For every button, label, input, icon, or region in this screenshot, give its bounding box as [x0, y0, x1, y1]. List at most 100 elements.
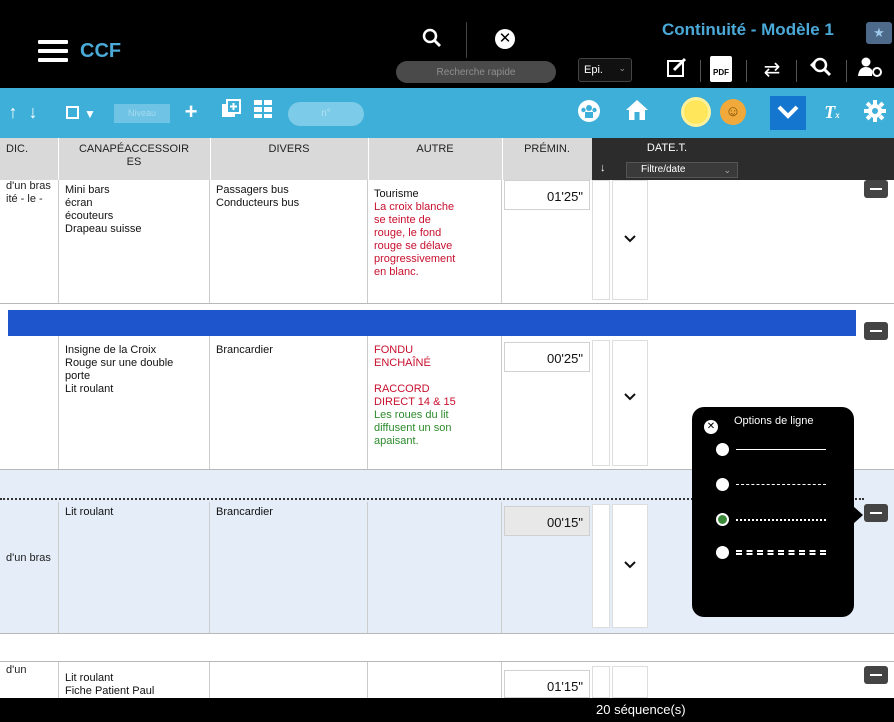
double-line-icon [736, 550, 826, 555]
cell-accessoires[interactable]: Mini bars écran écouteurs Drapeau suisse [58, 180, 210, 303]
cell-divers[interactable]: Brancardier [210, 502, 368, 633]
fragment-text: d'un [6, 180, 27, 192]
cell-text: rouge se délave [374, 240, 453, 252]
premin-field[interactable]: 01'15" [504, 670, 590, 698]
search-icon[interactable] [422, 28, 446, 52]
cell-text: Lit roulant [65, 383, 114, 395]
cell-text: Passagers bus [216, 184, 289, 196]
arrow-down-icon[interactable]: ↓ [24, 99, 42, 125]
number-field[interactable]: n° [288, 102, 364, 126]
cell-text: rouge, le fond [374, 227, 442, 239]
row-left-fragment: d'un [0, 662, 56, 698]
col-header-canapeaccessoires[interactable]: CANAPÉACCESSOIR ES [58, 138, 210, 180]
col-header-divers[interactable]: DIVERS [210, 138, 368, 180]
popup-pointer [853, 506, 863, 524]
table-row-empty [0, 634, 894, 662]
col-header-dic[interactable]: DIC. [0, 138, 58, 180]
chevron-down-icon[interactable] [622, 558, 638, 574]
line-option-dashed[interactable] [716, 478, 830, 492]
pdf-icon[interactable]: PDF [710, 56, 734, 84]
selected-row-bar[interactable] [8, 310, 856, 336]
checkbox-icon[interactable] [66, 106, 79, 119]
col-header-date-label[interactable]: DATE.T. [592, 142, 742, 154]
cell-autre[interactable] [368, 662, 502, 698]
fragment-text: ité - [6, 193, 25, 205]
gear-icon[interactable] [862, 99, 888, 125]
premin-field[interactable]: 01'25" [504, 180, 590, 210]
radio-button[interactable] [716, 478, 729, 491]
table-row[interactable]: d'un bras ité - le - Mini bars écran éco… [0, 180, 894, 304]
cell-accessoires[interactable]: Lit roulant Fiche Patient Paul [58, 662, 210, 698]
smiley-icon[interactable]: ☺ [720, 99, 746, 125]
plus-icon[interactable]: + [180, 99, 202, 125]
edit-icon[interactable] [664, 56, 690, 84]
chevron-down-icon[interactable] [622, 232, 638, 248]
radio-button[interactable] [716, 443, 729, 456]
line-option-dotted[interactable] [716, 513, 830, 527]
close-circle-icon[interactable]: ✕ [495, 29, 515, 49]
cell-accessoires[interactable]: Lit roulant [58, 502, 210, 633]
cell-divers[interactable] [210, 662, 368, 698]
cell-accessoires[interactable]: Insigne de la Croix Rouge sur une double… [58, 336, 210, 469]
col-header-autre[interactable]: AUTRE [368, 138, 502, 180]
chevron-down-icon[interactable] [622, 390, 638, 406]
group-icon[interactable] [576, 99, 602, 125]
date-cell[interactable] [592, 504, 610, 628]
cell-text: Les roues du lit [374, 409, 449, 421]
dotted-line-icon [736, 519, 826, 521]
cell-autre[interactable] [368, 502, 502, 633]
quick-search-input[interactable] [396, 61, 556, 83]
collapse-row-button[interactable] [864, 504, 888, 522]
cell-text: Lit roulant [65, 672, 114, 684]
line-option-solid[interactable] [716, 443, 830, 457]
cell-autre[interactable]: FONDU ENCHAÎNÉ RACCORD DIRECT 14 & 15 Le… [368, 336, 502, 469]
close-circle-icon[interactable]: ✕ [704, 420, 718, 434]
copy-icon[interactable] [220, 99, 242, 125]
niveau-field[interactable]: Niveau [114, 104, 170, 123]
date-cell[interactable] [592, 340, 610, 466]
user-settings-icon[interactable] [854, 56, 886, 84]
collapse-row-button[interactable] [864, 666, 888, 684]
date-filter-value: Filtre/date [641, 164, 686, 175]
search-refresh-icon[interactable] [804, 56, 836, 84]
radio-button[interactable] [716, 546, 729, 559]
table-row[interactable]: d'un Lit roulant Fiche Patient Paul 01'1… [0, 662, 894, 698]
cell-divers[interactable]: Passagers bus Conducteurs bus [210, 180, 368, 303]
col-header-premin[interactable]: PRÉMIN. [502, 138, 592, 180]
date-cell[interactable] [592, 666, 610, 698]
premin-field[interactable]: 00'15" [504, 506, 590, 536]
chevron-down-icon: ⌄ [618, 63, 626, 73]
sun-icon[interactable] [684, 100, 708, 124]
grid-icon[interactable] [252, 99, 274, 125]
fragment-text: d'un [6, 552, 27, 564]
checkbox-dropdown-icon[interactable]: ▼ [84, 107, 96, 121]
divider [700, 60, 701, 82]
star-icon[interactable]: ★ [866, 22, 892, 44]
cell-text: Tourisme [374, 188, 419, 200]
cell-text: Insigne de la Croix [65, 344, 157, 356]
sort-down-icon[interactable]: ↓ [600, 162, 606, 174]
chevron-down-icon[interactable] [770, 96, 806, 130]
swap-icon[interactable]: ⇄ [756, 56, 788, 84]
line-option-double[interactable] [716, 546, 830, 560]
popup-title: Options de ligne [734, 415, 814, 427]
cell-autre[interactable]: Tourisme La croix blanche se teinte de r… [368, 180, 502, 303]
home-icon[interactable] [624, 99, 650, 125]
date-filter-select[interactable]: Filtre/date ⌄ [626, 162, 738, 178]
date-cell[interactable] [612, 666, 648, 698]
collapse-row-button[interactable] [864, 180, 888, 198]
cell-text: Fiche Patient Paul [65, 685, 155, 697]
col-header-canape-line1: CANAPÉACCESSOIR [78, 143, 190, 155]
premin-field[interactable]: 00'25" [504, 342, 590, 372]
arrow-up-icon[interactable]: ↑ [4, 99, 22, 125]
episode-select[interactable]: Epi. ⌄ [578, 58, 632, 82]
cell-divers[interactable]: Brancardier [210, 336, 368, 469]
date-cell[interactable] [592, 180, 610, 300]
menu-icon[interactable] [38, 40, 68, 62]
radio-button-selected[interactable] [716, 513, 729, 526]
episode-select-value: Epi. [584, 64, 603, 76]
cell-text: RACCORD [374, 383, 430, 395]
clear-format-icon[interactable]: Tx [820, 99, 844, 125]
solid-line-icon [736, 449, 826, 450]
divider [796, 60, 797, 82]
